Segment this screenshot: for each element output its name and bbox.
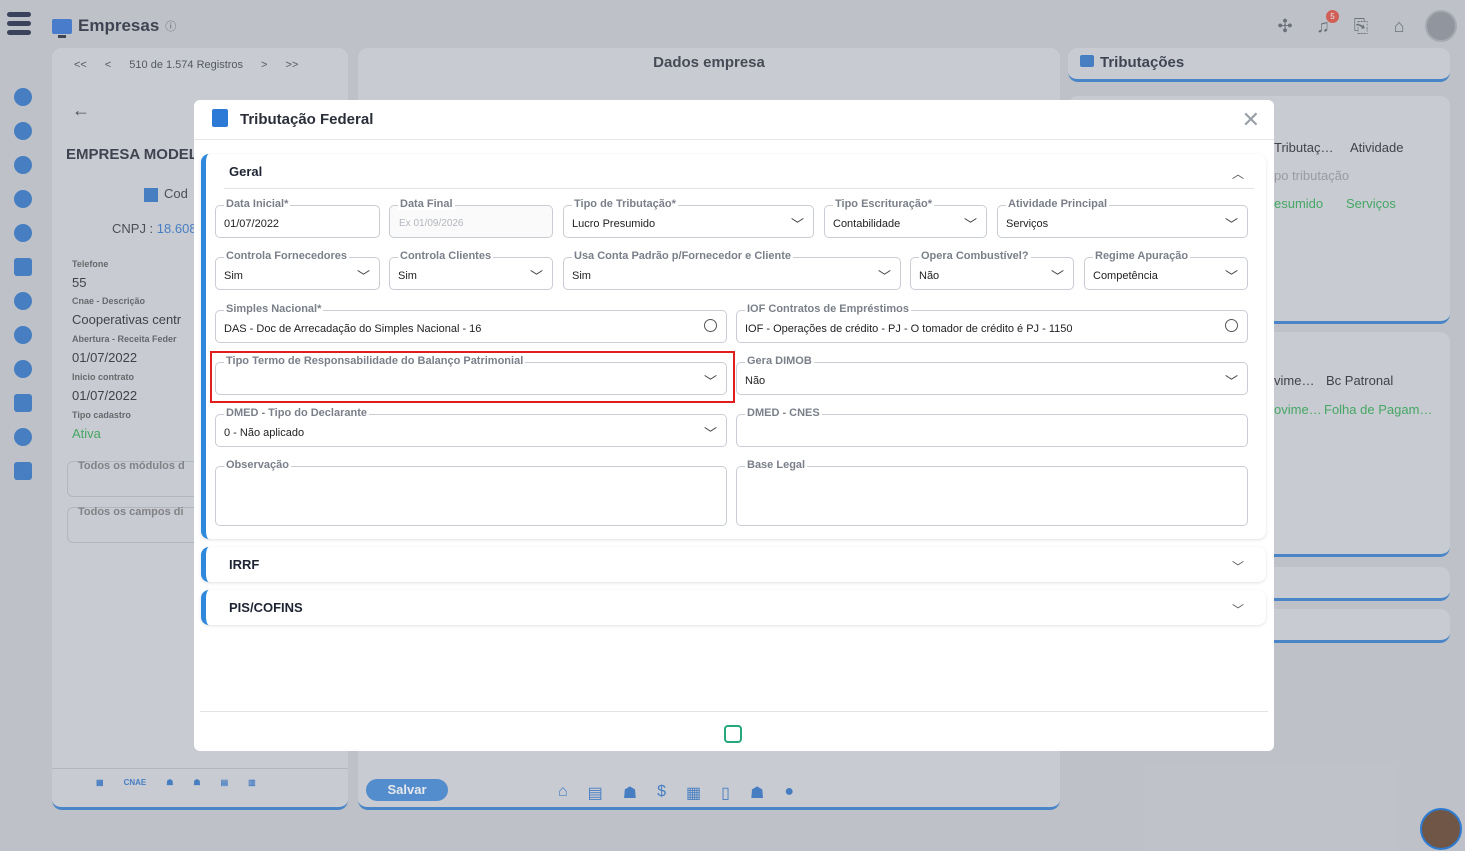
assistant-avatar[interactable] — [1420, 808, 1462, 850]
dmed-tipo-select[interactable]: DMED - Tipo do Declarante 0 - Não aplica… — [215, 407, 727, 447]
section-irrf[interactable]: IRRF ﹀ — [201, 547, 1266, 582]
chevron-down-icon: ﹀ — [1050, 269, 1064, 284]
section-pis-title[interactable]: PIS/COFINS — [229, 600, 303, 615]
save-icon[interactable] — [724, 725, 742, 743]
chevron-up-icon[interactable]: ︿ — [1232, 165, 1244, 182]
modal-title: Tributação Federal — [240, 111, 374, 128]
tipo-tributacao-select[interactable]: Tipo de Tributação* Lucro Presumido ﹀ — [563, 198, 814, 238]
divider — [200, 711, 1268, 712]
opera-combustivel-select[interactable]: Opera Combustível? Não ﹀ — [910, 250, 1074, 290]
chevron-down-icon: ﹀ — [877, 269, 891, 284]
usa-conta-padrao-select[interactable]: Usa Conta Padrão p/Fornecedor e Cliente … — [563, 250, 901, 290]
highlight-box — [210, 351, 735, 403]
search-icon[interactable] — [704, 319, 717, 332]
chevron-down-icon[interactable]: ﹀ — [1232, 601, 1244, 618]
search-icon[interactable] — [1225, 319, 1238, 332]
chevron-down-icon: ﹀ — [790, 217, 804, 232]
atividade-principal-select[interactable]: Atividade Principal Serviços ﹀ — [997, 198, 1248, 238]
section-geral: Geral ︿ Data Inicial* 01/07/2022 Data Fi… — [201, 154, 1266, 539]
section-geral-title[interactable]: Geral — [229, 164, 262, 179]
close-icon[interactable]: ✕ — [1242, 107, 1260, 133]
data-final-field[interactable]: Data Final Ex 01/09/2026 — [389, 198, 553, 238]
chevron-down-icon: ﹀ — [1224, 217, 1238, 232]
controla-clientes-select[interactable]: Controla Clientes Sim ﹀ — [389, 250, 553, 290]
modal-header: Tributação Federal ✕ — [194, 100, 1274, 140]
observacao-textarea[interactable]: Observação — [215, 459, 727, 526]
chevron-down-icon: ﹀ — [703, 426, 717, 441]
section-irrf-title[interactable]: IRRF — [229, 557, 259, 572]
divider — [224, 188, 1254, 189]
tipo-escrituracao-select[interactable]: Tipo Escrituração* Contabilidade ﹀ — [824, 198, 987, 238]
simples-nacional-field[interactable]: Simples Nacional* DAS - Doc de Arrecadaç… — [215, 303, 727, 343]
base-legal-textarea[interactable]: Base Legal — [736, 459, 1248, 526]
chevron-down-icon: ﹀ — [529, 269, 543, 284]
iof-field[interactable]: IOF Contratos de Empréstimos IOF - Opera… — [736, 303, 1248, 343]
dmed-cnes-field[interactable]: DMED - CNES — [736, 407, 1248, 447]
chevron-down-icon: ﹀ — [1224, 269, 1238, 284]
regime-apuracao-select[interactable]: Regime Apuração Competência ﹀ — [1084, 250, 1248, 290]
chevron-down-icon[interactable]: ﹀ — [1232, 558, 1244, 575]
building-icon — [212, 109, 228, 127]
section-pis-cofins[interactable]: PIS/COFINS ﹀ — [201, 590, 1266, 625]
gera-dimob-select[interactable]: Gera DIMOB Não ﹀ — [736, 355, 1248, 395]
data-inicial-field[interactable]: Data Inicial* 01/07/2022 — [215, 198, 380, 238]
federal-taxation-modal: Tributação Federal ✕ Geral ︿ Data Inicia… — [194, 100, 1274, 751]
chevron-down-icon: ﹀ — [1224, 374, 1238, 389]
chevron-down-icon: ﹀ — [356, 269, 370, 284]
chevron-down-icon: ﹀ — [963, 217, 977, 232]
controla-fornecedores-select[interactable]: Controla Fornecedores Sim ﹀ — [215, 250, 380, 290]
